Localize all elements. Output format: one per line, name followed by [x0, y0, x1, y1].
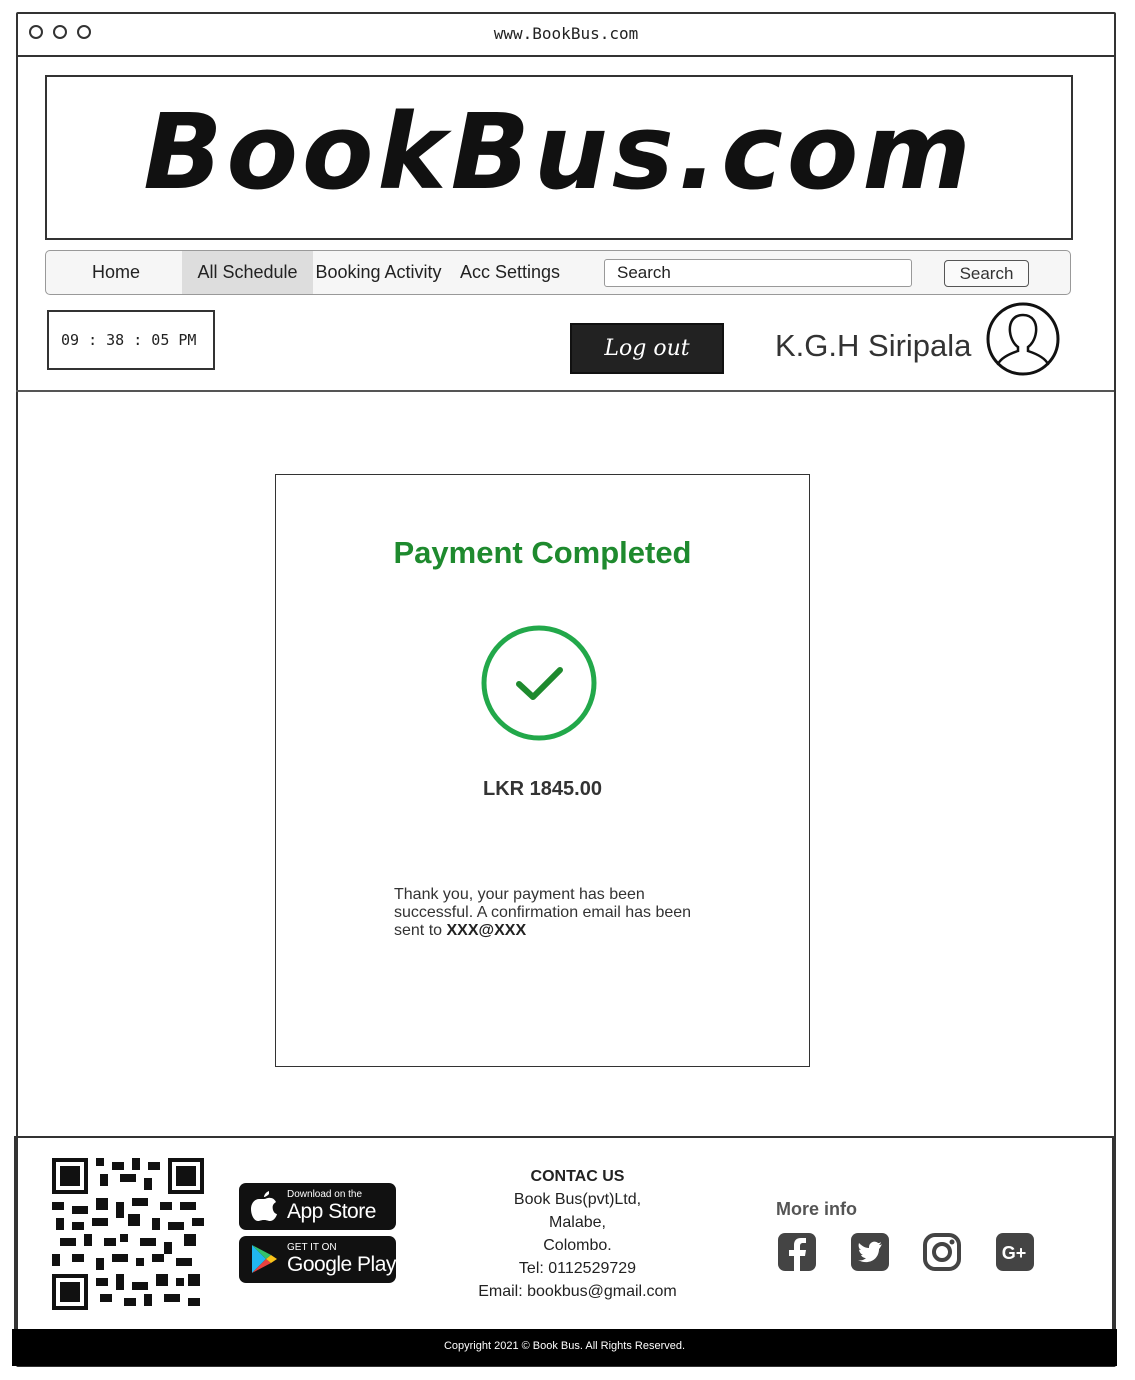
app-store-button[interactable]: Download on the App Store: [239, 1183, 396, 1230]
site-logo[interactable]: BookBus.com: [47, 91, 1071, 213]
more-info-heading: More info: [776, 1199, 857, 1219]
nav-booking-activity[interactable]: Booking Activity: [313, 251, 444, 294]
logo-banner: BookBus.com: [45, 75, 1073, 240]
clock-display: 09 : 38 : 05 PM: [47, 310, 215, 370]
contact-city: Malabe,: [549, 1214, 606, 1231]
contact-phone[interactable]: Tel: 0112529729: [450, 1257, 705, 1280]
google-play-icon: [252, 1245, 277, 1273]
nav-home[interactable]: Home: [81, 251, 151, 294]
svg-text:G+: G+: [1002, 1243, 1027, 1263]
contact-company: Book Bus(pvt)Ltd,: [513, 1191, 642, 1208]
contact-email[interactable]: Email: bookbus@gmail.com: [450, 1280, 705, 1303]
facebook-icon[interactable]: [777, 1232, 817, 1272]
app-store-small-text: Download on the: [287, 1189, 363, 1200]
main-navbar: Home All Schedule Booking Activity Acc S…: [45, 250, 1071, 295]
search-button[interactable]: Search: [944, 260, 1029, 287]
payment-title: Payment Completed: [393, 535, 692, 570]
nav-all-schedule[interactable]: All Schedule: [182, 251, 313, 294]
nav-acc-settings[interactable]: Acc Settings: [458, 251, 562, 294]
search-input[interactable]: Search: [604, 259, 912, 287]
confirmation-email: XXX@XXX: [446, 922, 527, 939]
payment-amount: LKR 1845.00: [483, 778, 602, 800]
apple-icon: [251, 1191, 277, 1221]
browser-titlebar: www.BookBus.com: [16, 12, 1116, 57]
copyright-bar: Copyright 2021 © Book Bus. All Rights Re…: [12, 1329, 1117, 1366]
instagram-icon[interactable]: [922, 1232, 962, 1272]
header-divider: [16, 390, 1114, 392]
google-plus-icon[interactable]: G+: [995, 1232, 1035, 1272]
username-label: K.G.H Siripala: [775, 328, 972, 363]
contact-us-block: CONTAC US Book Bus(pvt)Ltd, Malabe, Colo…: [450, 1165, 705, 1303]
twitter-icon[interactable]: [850, 1232, 890, 1272]
payment-message: Thank you, your payment has been success…: [394, 886, 724, 940]
payment-card: Payment Completed LKR 1845.00 Thank you,…: [275, 474, 810, 1067]
address-bar[interactable]: www.BookBus.com: [16, 24, 1116, 43]
payment-message-text: Thank you, your payment has been success…: [394, 886, 692, 939]
contact-district: Colombo.: [543, 1237, 612, 1254]
google-play-label: Google Play: [287, 1253, 396, 1276]
avatar-icon[interactable]: [985, 301, 1061, 377]
google-play-button[interactable]: GET IT ON Google Play: [239, 1236, 396, 1283]
google-play-small-text: GET IT ON: [287, 1242, 337, 1253]
contact-heading: CONTAC US: [530, 1168, 625, 1185]
success-check-icon: [481, 625, 597, 741]
logout-button[interactable]: Log out: [570, 323, 724, 374]
qr-code-icon: [52, 1158, 204, 1310]
app-store-label: App Store: [287, 1200, 376, 1223]
